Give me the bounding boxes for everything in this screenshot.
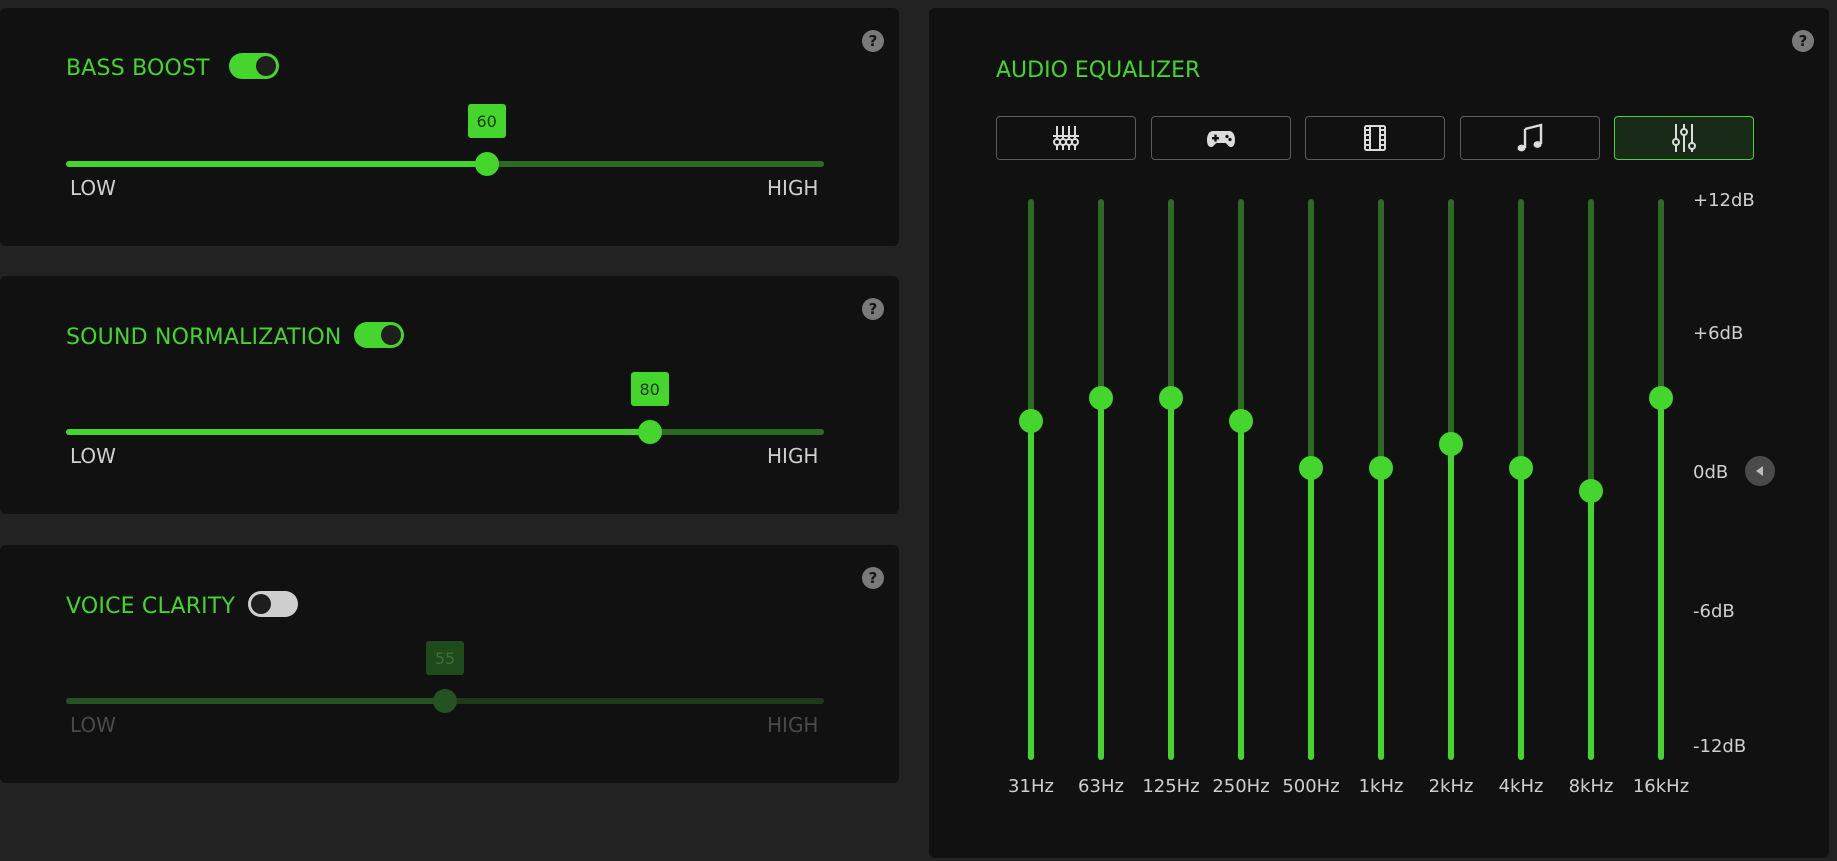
sound-normalization-toggle[interactable] — [354, 322, 404, 348]
eq-band-slider[interactable] — [1579, 199, 1603, 760]
db-label-zero: 0dB — [1693, 462, 1729, 483]
equalizer-reset-button[interactable] — [1745, 456, 1775, 486]
preset-custom-button[interactable] — [1614, 116, 1754, 160]
bass-boost-value-badge: 60 — [467, 104, 506, 138]
bass-boost-slider-track[interactable]: 60 — [66, 104, 824, 176]
music-note-icon — [1517, 123, 1543, 152]
db-label-plus6: +6dB — [1693, 323, 1744, 344]
eq-band-fill — [1168, 397, 1174, 760]
eq-band-fill — [1238, 421, 1244, 760]
eq-band-frequency-label: 1kHz — [1358, 776, 1404, 797]
sound-normalization-title: SOUND NORMALIZATION — [66, 325, 342, 350]
eq-band-slider[interactable] — [1649, 199, 1673, 760]
sound-normalization-help-icon[interactable]: ? — [862, 298, 884, 320]
eq-band-thumb[interactable] — [1579, 479, 1603, 504]
db-label-minus12: -12dB — [1693, 736, 1747, 757]
gamepad-icon — [1207, 131, 1235, 147]
eq-band-frequency-label: 500Hz — [1282, 776, 1340, 797]
custom-sliders-icon — [1672, 124, 1696, 152]
sound-normalization-value-badge: 80 — [630, 372, 669, 406]
eq-band-frequency-label: 31Hz — [1008, 776, 1054, 797]
voice-clarity-high-label: HIGH — [767, 713, 819, 737]
eq-band-fill — [1588, 491, 1594, 760]
eq-band-thumb[interactable] — [1369, 455, 1393, 480]
eq-band-slider[interactable] — [1229, 199, 1253, 760]
bass-boost-toggle[interactable] — [229, 53, 279, 79]
eq-band-thumb[interactable] — [1019, 409, 1043, 434]
eq-band-frequency-label: 8kHz — [1568, 776, 1614, 797]
bass-boost-low-label: LOW — [70, 176, 116, 200]
preset-default-button[interactable] — [996, 116, 1136, 160]
sound-normalization-panel: ? SOUND NORMALIZATION 80 LOW HIGH — [0, 276, 899, 514]
sound-normalization-low-label: LOW — [70, 444, 116, 468]
bass-boost-help-icon[interactable]: ? — [862, 30, 884, 52]
sound-normalization-slider-thumb[interactable] — [637, 420, 662, 444]
preset-movie-button[interactable] — [1305, 116, 1445, 160]
sound-normalization-slider-track[interactable]: 80 — [66, 372, 824, 444]
eq-band-frequency-label: 2kHz — [1428, 776, 1474, 797]
db-label-plus12: +12dB — [1693, 190, 1755, 211]
eq-band-slider[interactable] — [1159, 199, 1183, 760]
bass-boost-title: BASS BOOST — [66, 56, 210, 81]
eq-band-slider[interactable] — [1299, 199, 1323, 760]
voice-clarity-title: VOICE CLARITY — [66, 594, 236, 619]
eq-band-fill — [1028, 421, 1034, 760]
sliders-vertical-icon — [1053, 126, 1079, 150]
eq-band-frequency-label: 250Hz — [1212, 776, 1270, 797]
toggle-knob — [251, 594, 271, 614]
eq-band-fill — [1098, 397, 1104, 760]
sound-normalization-slider-fill — [66, 429, 650, 435]
eq-band-slider[interactable] — [1509, 199, 1533, 760]
bass-boost-panel: ? BASS BOOST 60 LOW HIGH — [0, 8, 899, 246]
eq-band-slider[interactable] — [1439, 199, 1463, 760]
eq-band-fill — [1308, 467, 1314, 760]
eq-band-thumb[interactable] — [1229, 409, 1253, 434]
bass-boost-high-label: HIGH — [767, 176, 819, 200]
film-icon — [1364, 125, 1386, 151]
eq-band-thumb[interactable] — [1649, 385, 1673, 410]
eq-band-slider[interactable] — [1369, 199, 1393, 760]
db-label-minus6: -6dB — [1693, 601, 1735, 622]
equalizer-title: AUDIO EQUALIZER — [996, 58, 1201, 83]
eq-band-thumb[interactable] — [1089, 385, 1113, 410]
eq-band-frequency-label: 4kHz — [1498, 776, 1544, 797]
voice-clarity-panel: ? VOICE CLARITY 55 LOW HIGH — [0, 545, 899, 783]
bass-boost-slider-thumb[interactable] — [474, 152, 499, 176]
eq-band-frequency-label: 63Hz — [1078, 776, 1124, 797]
voice-clarity-slider-track[interactable]: 55 — [66, 641, 824, 713]
equalizer-help-icon[interactable]: ? — [1792, 30, 1814, 52]
eq-band-thumb[interactable] — [1299, 455, 1323, 480]
eq-band-frequency-label: 125Hz — [1142, 776, 1200, 797]
eq-band-fill — [1518, 467, 1524, 760]
triangle-left-icon — [1756, 466, 1763, 476]
voice-clarity-toggle[interactable] — [248, 591, 298, 617]
preset-game-button[interactable] — [1151, 116, 1291, 160]
toggle-knob — [256, 56, 276, 76]
voice-clarity-low-label: LOW — [70, 713, 116, 737]
sound-normalization-high-label: HIGH — [767, 444, 819, 468]
eq-band-thumb[interactable] — [1509, 455, 1533, 480]
eq-band-slider[interactable] — [1089, 199, 1113, 760]
voice-clarity-slider-thumb[interactable] — [433, 689, 457, 713]
toggle-knob — [381, 325, 401, 345]
eq-band-fill — [1658, 397, 1664, 760]
eq-band-fill — [1378, 467, 1384, 760]
preset-music-button[interactable] — [1460, 116, 1600, 160]
bass-boost-slider-fill — [66, 161, 487, 167]
eq-band-frequency-label: 16kHz — [1632, 776, 1690, 797]
voice-clarity-slider-fill — [66, 698, 445, 704]
eq-band-slider[interactable] — [1019, 199, 1043, 760]
voice-clarity-help-icon[interactable]: ? — [862, 567, 884, 589]
eq-band-fill — [1448, 444, 1454, 760]
voice-clarity-value-badge: 55 — [426, 641, 464, 675]
eq-band-thumb[interactable] — [1159, 385, 1183, 410]
